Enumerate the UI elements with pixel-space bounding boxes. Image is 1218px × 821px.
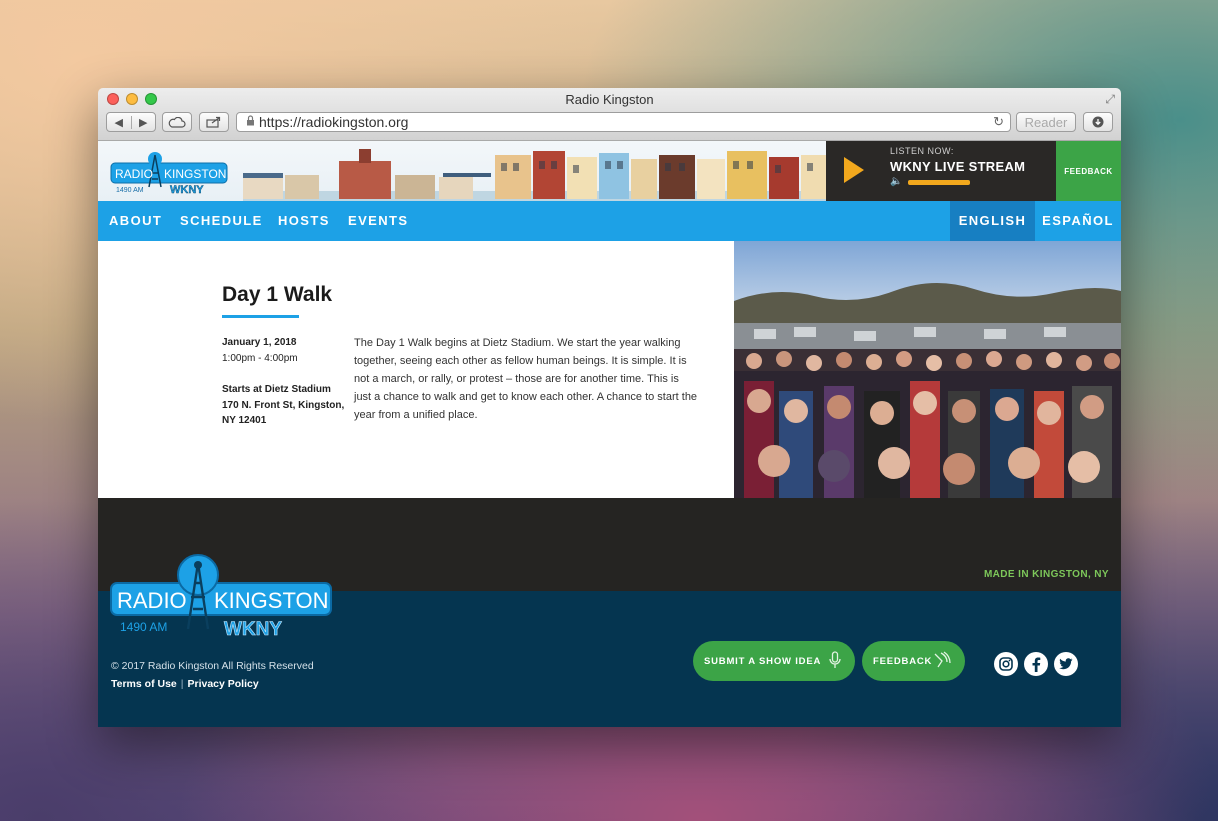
browser-window: Radio Kingston ⤢ ◀ ▶ https://radiokingst… xyxy=(98,88,1121,727)
listen-now-label: LISTEN NOW: xyxy=(890,146,954,156)
svg-text:1490 AM: 1490 AM xyxy=(120,620,167,634)
terms-of-use-link[interactable]: Terms of Use xyxy=(111,678,177,690)
event-photo xyxy=(734,241,1121,498)
forward-icon[interactable]: ▶ xyxy=(130,115,156,129)
nav-item-events[interactable]: EVENTS xyxy=(348,201,408,241)
webpage: RADIO KINGSTON 1490 AM WKNY LISTEN NOW: … xyxy=(98,141,1121,727)
footer-feedback-button[interactable]: FEEDBACK xyxy=(862,641,965,681)
svg-text:1490 AM: 1490 AM xyxy=(116,187,144,194)
nav-item-about[interactable]: ABOUT xyxy=(109,201,162,241)
site-footer: RADIO KINGSTON 1490 AM WKNY © 2017 Radio… xyxy=(98,554,1121,727)
svg-text:RADIO: RADIO xyxy=(115,167,153,181)
made-in-kingston-label: MADE IN KINGSTON, NY xyxy=(983,569,1109,580)
event-meta: January 1, 2018 1:00pm - 4:00pm Starts a… xyxy=(222,335,344,429)
event-date: January 1, 2018 xyxy=(222,337,297,348)
share-icon[interactable] xyxy=(199,112,229,132)
event-title: Day 1 Walk xyxy=(222,283,333,306)
event-address-line2: NY 12401 xyxy=(222,415,267,426)
event-detail: Day 1 Walk January 1, 2018 1:00pm - 4:00… xyxy=(98,241,1121,498)
live-stream-player: LISTEN NOW: WKNY LIVE STREAM 🔈 xyxy=(826,141,1056,201)
twitter-icon[interactable] xyxy=(1054,652,1078,676)
title-underline xyxy=(222,315,299,318)
lock-icon xyxy=(241,115,259,129)
site-header: RADIO KINGSTON 1490 AM WKNY LISTEN NOW: … xyxy=(98,141,1121,201)
event-address-line1: 170 N. Front St, Kingston, xyxy=(222,399,345,411)
header-feedback-button[interactable]: FEEDBACK xyxy=(1056,141,1121,201)
language-english-tab[interactable]: ENGLISH xyxy=(950,201,1035,241)
speech-signal-icon xyxy=(933,651,951,672)
nav-item-hosts[interactable]: HOSTS xyxy=(278,201,330,241)
back-forward-buttons: ◀ ▶ xyxy=(106,112,156,132)
volume-icon[interactable]: 🔈 xyxy=(890,176,902,187)
microphone-icon xyxy=(829,651,841,672)
kingston-street-illustration xyxy=(243,149,828,201)
address-bar[interactable]: https://radiokingston.org ↻ xyxy=(236,112,1011,132)
svg-text:KINGSTON: KINGSTON xyxy=(214,588,329,613)
url-text: https://radiokingston.org xyxy=(259,114,409,130)
back-icon[interactable]: ◀ xyxy=(107,116,131,129)
window-title: Radio Kingston xyxy=(565,92,654,107)
reader-button[interactable]: Reader xyxy=(1016,112,1076,132)
privacy-policy-link[interactable]: Privacy Policy xyxy=(187,678,258,690)
svg-text:WKNY: WKNY xyxy=(170,184,204,195)
footer-links: Terms of Use | Privacy Policy xyxy=(111,678,259,690)
svg-text:WKNY: WKNY xyxy=(224,619,282,640)
footer-link-separator: | xyxy=(180,678,184,690)
radio-kingston-logo[interactable]: RADIO KINGSTON 1490 AM WKNY xyxy=(110,149,230,196)
facebook-icon[interactable] xyxy=(1024,652,1048,676)
main-nav: ABOUT SCHEDULE HOSTS EVENTS ENGLISH ESPA… xyxy=(98,201,1121,241)
play-icon[interactable] xyxy=(844,157,864,183)
cloud-icon[interactable] xyxy=(162,112,192,132)
copyright-text: © 2017 Radio Kingston All Rights Reserve… xyxy=(111,660,314,672)
fullscreen-icon[interactable]: ⤢ xyxy=(1105,92,1115,107)
svg-text:RADIO: RADIO xyxy=(117,588,187,613)
submit-show-idea-label: SUBMIT A SHOW IDEA xyxy=(704,655,822,667)
download-icon[interactable] xyxy=(1083,112,1113,132)
submit-show-idea-button[interactable]: SUBMIT A SHOW IDEA xyxy=(693,641,855,681)
event-description: The Day 1 Walk begins at Dietz Stadium. … xyxy=(354,337,698,421)
volume-slider[interactable] xyxy=(908,180,970,185)
svg-text:KINGSTON: KINGSTON xyxy=(164,167,226,181)
event-time: 1:00pm - 4:00pm xyxy=(222,352,298,364)
titlebar: Radio Kingston ⤢ ◀ ▶ https://radiokingst… xyxy=(98,88,1121,141)
nav-item-schedule[interactable]: SCHEDULE xyxy=(180,201,263,241)
event-location-title: Starts at Dietz Stadium xyxy=(222,384,331,395)
instagram-icon[interactable] xyxy=(994,652,1018,676)
stream-title: WKNY LIVE STREAM xyxy=(890,159,1026,174)
footer-radio-kingston-logo[interactable]: RADIO KINGSTON 1490 AM WKNY xyxy=(110,553,335,643)
language-spanish-tab[interactable]: ESPAÑOL xyxy=(1035,201,1121,241)
footer-feedback-label: FEEDBACK xyxy=(873,655,933,667)
reload-icon[interactable]: ↻ xyxy=(993,114,1004,130)
